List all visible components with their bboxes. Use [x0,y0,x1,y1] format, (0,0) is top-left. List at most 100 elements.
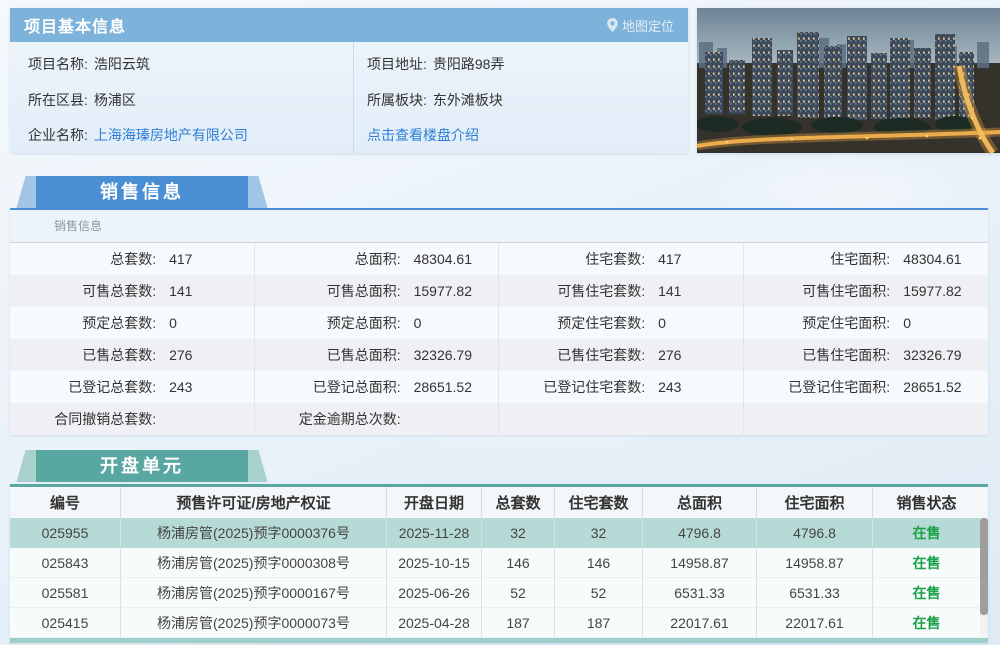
info-field: 点击查看楼盘介绍 [367,125,670,145]
sales-cell: 总套数: 417 [10,243,255,275]
units-cell: 32 [555,518,643,547]
location-pin-icon [607,18,618,32]
sales-cell-value: 0 [658,315,666,331]
project-info-header: 项目基本信息 地图定位 [10,8,688,42]
units-cell: 6531.33 [643,578,757,607]
status-badge: 在售 [912,554,941,571]
sales-cell-label: 可售住宅套数: [557,283,646,299]
tab-opening-units[interactable]: 开盘单元 [16,450,268,482]
units-header-cell: 总面积 [643,487,757,518]
sales-cell-label: 可售总套数: [82,283,157,299]
sales-table-row: 可售总套数: 141 可售总面积: 15977.82 可售住宅套数: 141 可售住宅面积:… [10,275,988,307]
sales-cell-label: 已售总套数: [82,347,157,363]
sales-cell-value: 141 [658,283,682,299]
sales-cell-value: 15977.82 [413,283,472,299]
sales-cell-label: 住宅套数: [585,251,646,267]
sales-cell [744,403,989,435]
info-field-link[interactable]: 点击查看楼盘介绍 [367,127,479,143]
sales-cell: 预定住宅套数: 0 [499,307,744,339]
status-badge: 在售 [912,614,941,631]
units-cell: 187 [482,608,555,637]
sales-table-rows: 总套数: 417 总面积: 48304.61 住宅套数: 417 住宅面积: 48304.61… [10,243,988,435]
sales-cell-label: 预定住宅面积: [802,315,891,331]
sales-cell: 已售住宅面积: 32326.79 [744,339,989,371]
sales-cell: 可售住宅套数: 141 [499,275,744,307]
units-cell: 2025-06-26 [387,578,482,607]
sales-cell-value: 15977.82 [903,283,962,299]
sales-cell-label: 预定住宅套数: [557,315,646,331]
units-cell: 32 [482,518,555,547]
status-badge: 在售 [912,584,941,601]
sales-cell-value: 243 [658,379,682,395]
sales-cell: 住宅面积: 48304.61 [744,243,989,275]
sales-cell-value: 48304.61 [903,251,962,267]
sales-cell: 可售住宅面积: 15977.82 [744,275,989,307]
units-cell: 187 [555,608,643,637]
units-cell: 14958.87 [643,548,757,577]
sales-cell-value: 0 [169,315,177,331]
info-field-label: 企业名称: [28,127,88,143]
sales-cell-label: 已售住宅套数: [557,347,646,363]
info-field-value: 东外滩板块 [432,91,503,108]
map-locate-button[interactable]: 地图定位 [607,16,674,35]
project-info-title: 项目基本信息 [24,19,127,36]
units-scrollbar[interactable] [980,518,988,638]
info-field-value: 杨浦区 [93,91,136,108]
info-field-label: 项目地址: [367,56,427,72]
sales-table-row: 总套数: 417 总面积: 48304.61 住宅套数: 417 住宅面积: 48304.61 [10,243,988,275]
info-field: 所属板块: 东外滩板块 [367,90,670,110]
sales-table-row: 已登记总套数: 243 已登记总面积: 28651.52 已登记住宅套数: 243 已登记住… [10,371,988,403]
sales-cell-label: 已售住宅面积: [802,347,891,363]
sales-cell-label: 定金逾期总次数: [298,411,401,427]
sales-cell-label: 可售住宅面积: [802,283,891,299]
units-table-row[interactable]: 025581 杨浦房管(2025)预字0000167号 2025-06-26 52 52… [10,578,988,608]
info-field-link[interactable]: 上海海瑧房地产有限公司 [94,127,248,143]
sales-cell: 预定总面积: 0 [255,307,499,339]
sales-cell: 已售总套数: 276 [10,339,255,371]
sales-cell: 已登记总面积: 28651.52 [255,371,499,403]
units-cell: 4796.8 [643,518,757,547]
sales-cell: 已售总面积: 32326.79 [255,339,499,371]
project-info-section: 项目基本信息 地图定位 项目名称: 浩阳云筑所在区县: 杨浦区企业名称: 上海海瑧房地… [10,8,688,153]
units-table-row[interactable]: 025415 杨浦房管(2025)预字0000073号 2025-04-28 187 1… [10,608,988,638]
units-cell: 025955 [10,518,121,547]
sales-cell: 已登记总套数: 243 [10,371,255,403]
sales-cell-value: 48304.61 [413,251,472,267]
sales-cell-value: 32326.79 [413,347,472,363]
units-table-row[interactable]: 025843 杨浦房管(2025)预字0000308号 2025-10-15 146 1… [10,548,988,578]
sales-cell-value: 276 [169,347,193,363]
tab-sales-info[interactable]: 销售信息 [16,176,268,208]
info-column-left: 项目名称: 浩阳云筑所在区县: 杨浦区企业名称: 上海海瑧房地产有限公司 [10,42,349,153]
units-cell: 2025-04-28 [387,608,482,637]
units-cell: 杨浦房管(2025)预字0000376号 [121,518,387,547]
info-field-value: 浩阳云筑 [93,56,150,72]
units-cell: 14958.87 [757,548,873,577]
info-field-label: 项目名称: [28,56,88,72]
sales-cell: 已登记住宅面积: 28651.52 [744,371,989,403]
units-table-row[interactable]: 025955 杨浦房管(2025)预字0000376号 2025-11-28 32 32… [10,518,988,548]
info-field: 所在区县: 杨浦区 [28,90,331,110]
sales-cell-label: 已登记总面积: [312,379,401,395]
sales-cell-label: 已登记住宅套数: [543,379,646,395]
sales-cell-label: 总面积: [354,251,401,267]
sales-cell: 总面积: 48304.61 [255,243,499,275]
units-cell: 025415 [10,608,121,637]
sales-cell-value: 0 [413,315,422,331]
units-cell: 025843 [10,548,121,577]
sales-cell-value: 417 [169,251,193,267]
sales-cell-label: 可售总面积: [326,283,401,299]
sales-cell-value: 243 [169,379,193,395]
units-rows: 025955 杨浦房管(2025)预字0000376号 2025-11-28 32 32… [10,518,988,638]
units-cell: 6531.33 [757,578,873,607]
sales-cell-value: 417 [658,251,682,267]
map-locate-label: 地图定位 [621,18,674,34]
scrollbar-thumb[interactable] [980,518,988,615]
sales-table-subtitle: 销售信息 [10,210,988,243]
sales-cell: 合同撤销总套数: [10,403,255,435]
sales-table-row: 已售总套数: 276 已售总面积: 32326.79 已售住宅套数: 276 已售住宅面积:… [10,339,988,371]
info-field: 项目地址: 贵阳路98弄 [367,54,670,74]
units-header-cell: 住宅面积 [757,487,873,518]
sales-cell-value: 0 [903,315,911,331]
sales-cell-value: 28651.52 [903,379,962,395]
sales-cell-label: 总套数: [110,251,157,267]
